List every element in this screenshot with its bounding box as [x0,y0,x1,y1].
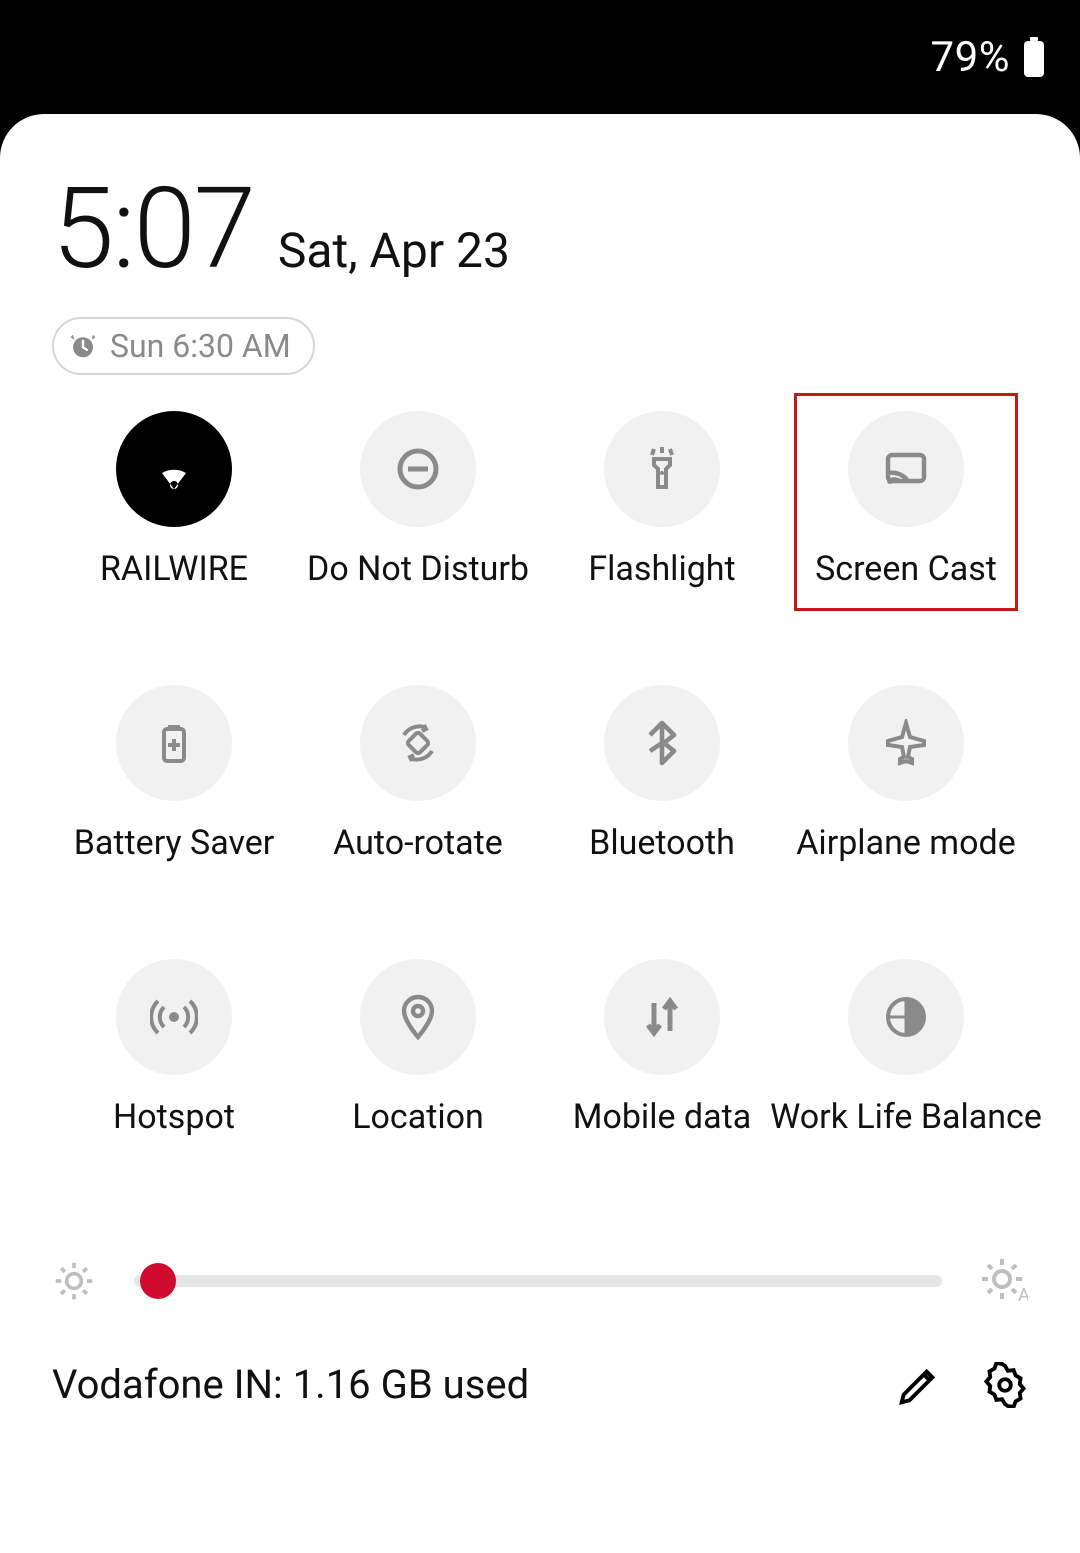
brightness-row: A [52,1257,1028,1305]
hotspot-icon[interactable] [116,959,232,1075]
rotate-icon[interactable] [360,685,476,801]
alarm-chip[interactable]: Sun 6:30 AM [52,317,315,375]
tile-label: RAILWIRE [100,549,248,589]
wifi-icon[interactable] [116,411,232,527]
tile-label: Mobile data [573,1097,751,1137]
dnd-icon[interactable] [360,411,476,527]
settings-icon[interactable] [982,1362,1028,1408]
tile-label: Hotspot [113,1097,235,1137]
tile-label: Screen Cast [815,549,997,589]
tile-mobile-data[interactable]: Mobile data [552,959,772,1137]
work-life-icon[interactable] [848,959,964,1075]
tile-label: Airplane mode [796,823,1015,863]
battery-indicator: 79% [931,33,1046,82]
clock-time: 5:07 [52,164,254,295]
tile-flashlight[interactable]: Flashlight [552,411,772,589]
quick-tiles-grid: RAILWIRE Do Not Disturb Flashlight Screen C… [52,411,1028,1137]
tile-bluetooth[interactable]: Bluetooth [552,685,772,863]
tile-label: Flashlight [588,549,735,589]
brightness-slider[interactable] [134,1275,942,1287]
battery-icon [1022,37,1046,77]
tile-label: Auto-rotate [333,823,503,863]
bluetooth-icon[interactable] [604,685,720,801]
edit-icon[interactable] [896,1362,942,1408]
tile-hotspot[interactable]: Hotspot [64,959,284,1137]
tile-airplane[interactable]: Airplane mode [796,685,1016,863]
brightness-thumb[interactable] [140,1263,176,1299]
tile-label: Do Not Disturb [307,549,529,589]
cast-icon[interactable] [848,411,964,527]
tile-auto-rotate[interactable]: Auto-rotate [308,685,528,863]
clock-date: Sat, Apr 23 [278,222,510,279]
tile-location[interactable]: Location [308,959,528,1137]
battery-plus-icon[interactable] [116,685,232,801]
footer-row: Vodafone IN: 1.16 GB used [52,1361,1028,1408]
tile-label: Bluetooth [589,823,735,863]
battery-percentage: 79% [931,33,1010,82]
tile-work-life[interactable]: Work Life Balance [796,959,1016,1137]
alarm-icon [68,331,98,361]
quick-settings-panel: 5:07 Sat, Apr 23 Sun 6:30 AM RAILWIRE Do … [0,114,1080,1553]
status-bar: 79% [0,0,1080,114]
svg-text:A: A [1018,1285,1028,1305]
location-icon[interactable] [360,959,476,1075]
mobile-data-icon[interactable] [604,959,720,1075]
data-usage-text[interactable]: Vodafone IN: 1.16 GB used [52,1361,868,1408]
tile-screen-cast[interactable]: Screen Cast [796,411,1016,589]
tile-battery-saver[interactable]: Battery Saver [64,685,284,863]
alarm-text: Sun 6:30 AM [110,327,291,365]
brightness-low-icon [52,1259,96,1303]
tile-dnd[interactable]: Do Not Disturb [308,411,528,589]
tile-label: Battery Saver [74,823,275,863]
tile-label: Work Life Balance [770,1097,1042,1137]
tile-wifi[interactable]: RAILWIRE [64,411,284,589]
clock-row: 5:07 Sat, Apr 23 [52,164,1028,295]
flashlight-icon[interactable] [604,411,720,527]
tile-label: Location [352,1097,484,1137]
airplane-icon[interactable] [848,685,964,801]
brightness-auto-icon[interactable]: A [980,1257,1028,1305]
